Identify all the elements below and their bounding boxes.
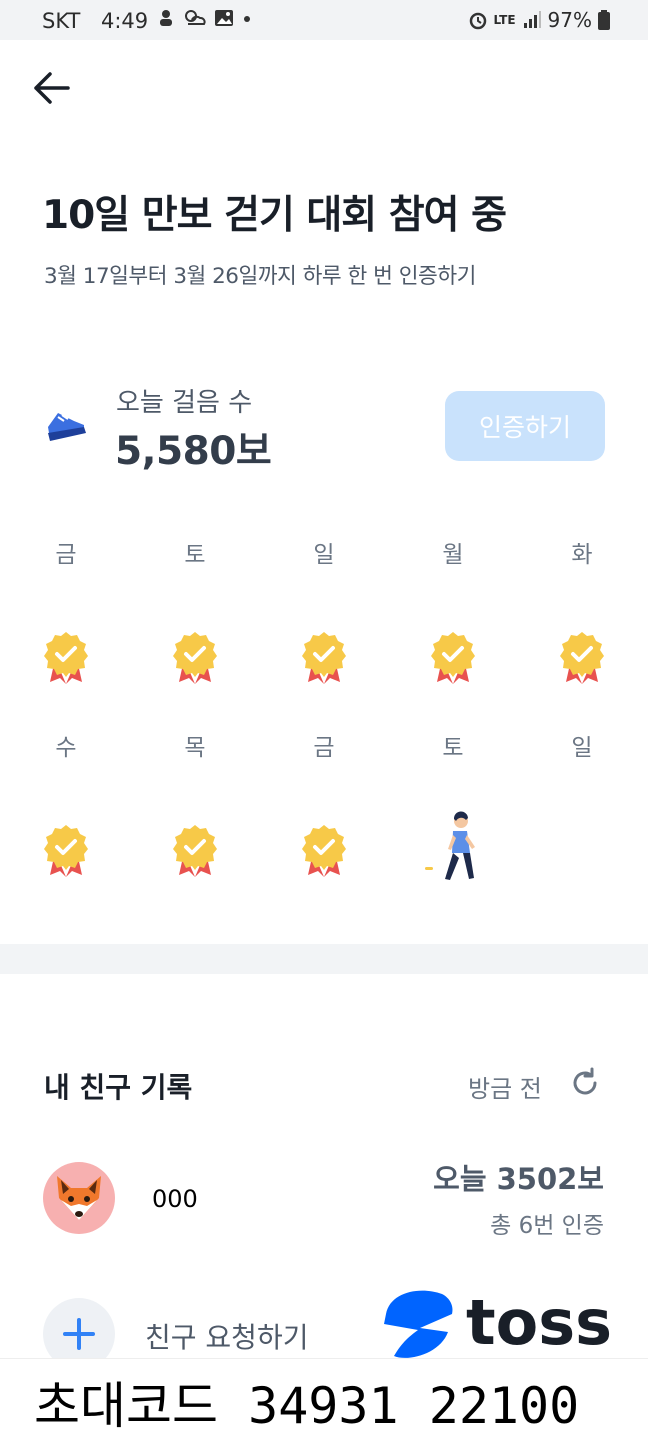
back-button[interactable] <box>30 70 74 110</box>
calendar-day: 토 <box>413 733 493 887</box>
fox-icon <box>57 1176 101 1220</box>
system-icons: LTE 97% <box>468 8 610 32</box>
calendar-day: 토 <box>155 540 235 690</box>
day-label: 일 <box>571 735 593 761</box>
today-steps-value: 5,580보 <box>115 429 272 474</box>
verify-button[interactable]: 인증하기 <box>445 391 605 461</box>
friends-section-title: 내 친구 기록 <box>44 1071 193 1104</box>
today-steps-label: 오늘 걸음 수 <box>116 388 253 418</box>
friend-today-steps: 오늘 3502보 <box>433 1162 604 1196</box>
calendar-day: 일 <box>542 733 622 763</box>
section-divider <box>0 944 648 974</box>
walking-person-icon <box>413 811 493 887</box>
invite-code-text: 초대코드 34931 22100 <box>34 1377 580 1435</box>
calendar-day: 월 <box>413 540 493 690</box>
plus-icon <box>63 1318 95 1350</box>
medal-check-icon <box>155 630 235 690</box>
signal-icon <box>523 11 541 28</box>
last-updated-label: 방금 전 <box>468 1075 542 1103</box>
status-bar: SKT 4:49 LTE 97% <box>0 0 648 40</box>
battery-percent: 97% <box>547 8 592 32</box>
challenge-title: 10일 만보 걷기 대회 참여 중 <box>42 193 507 238</box>
calendar-day: 화 <box>542 540 622 690</box>
weather-icon <box>185 10 206 25</box>
app-notification-icon <box>160 10 172 26</box>
alarm-icon <box>469 12 486 30</box>
arrow-left-icon <box>34 72 70 104</box>
day-label: 목 <box>184 735 206 761</box>
sneaker-icon <box>44 405 88 447</box>
friend-name: 000 <box>152 1185 198 1213</box>
refresh-icon[interactable] <box>568 1066 602 1104</box>
add-friend-label[interactable]: 친구 요청하기 <box>145 1316 308 1356</box>
medal-check-icon <box>26 823 106 883</box>
day-label: 금 <box>55 542 77 568</box>
medal-check-icon <box>26 630 106 690</box>
day-label: 수 <box>55 735 77 761</box>
challenge-subtitle: 3월 17일부터 3월 26일까지 하루 한 번 인증하기 <box>44 264 476 289</box>
friend-total-verified: 총 6번 인증 <box>490 1213 604 1239</box>
day-label: 토 <box>184 542 206 568</box>
day-label: 월 <box>442 542 464 568</box>
toss-logo: toss <box>380 1284 620 1364</box>
network-label: LTE <box>493 13 516 27</box>
image-icon <box>215 10 233 26</box>
calendar-day: 일 <box>284 540 364 690</box>
battery-icon <box>598 10 610 30</box>
calendar-day: 금 <box>26 540 106 690</box>
notification-icons <box>156 8 254 28</box>
medal-check-icon <box>155 823 235 883</box>
calendar-day: 수 <box>26 733 106 883</box>
clock: 4:49 <box>101 9 149 33</box>
medal-check-icon <box>413 630 493 690</box>
medal-check-icon <box>284 630 364 690</box>
calendar-day: 목 <box>155 733 235 883</box>
day-label: 일 <box>313 542 335 568</box>
medal-check-icon <box>284 823 364 883</box>
friend-avatar[interactable] <box>43 1162 115 1234</box>
calendar-day: 금 <box>284 733 364 883</box>
carrier-label: SKT <box>42 9 81 33</box>
day-label: 토 <box>442 735 464 761</box>
toss-wordmark: toss <box>466 1286 612 1359</box>
day-label: 금 <box>313 735 335 761</box>
medal-check-icon <box>542 630 622 690</box>
day-label: 화 <box>571 542 593 568</box>
dot-icon <box>244 16 250 22</box>
